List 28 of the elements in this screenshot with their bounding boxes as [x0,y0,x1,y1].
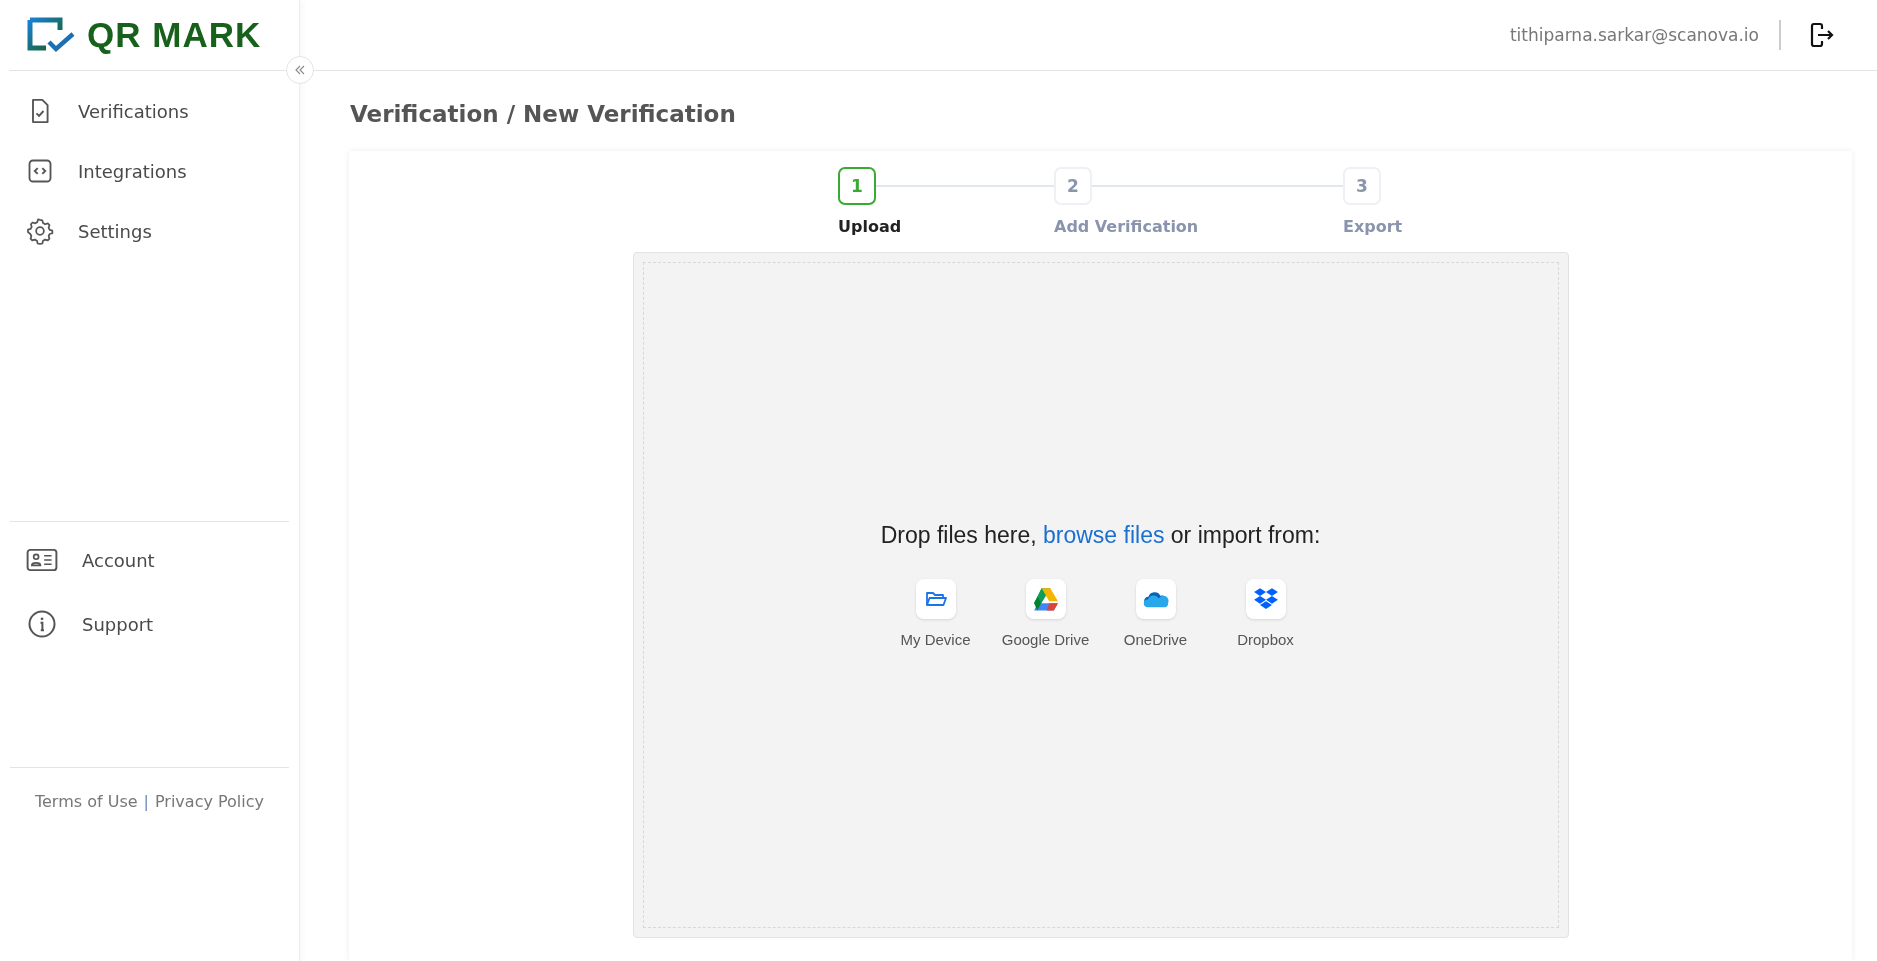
step-label: Export [1343,217,1403,236]
nav-item[interactable]: Integrations [26,143,299,199]
logo-icon [27,17,77,53]
dropzone[interactable]: Drop files here, browse files or import from: My Device Google Drive OneDrive Dropbox [632,252,1569,938]
code-icon [26,157,54,185]
settings-icon [26,217,54,245]
privacy-link[interactable]: Privacy Policy [154,792,264,811]
drop-instructions: Drop files here, browse files or import from: [880,522,1321,549]
nav-item[interactable]: Account [26,532,299,588]
double-chevron-icon [293,63,307,77]
import-source-button[interactable]: Google Drive [995,579,1096,648]
dropbox-icon [1252,587,1279,611]
import-source-button[interactable]: OneDrive [1105,579,1206,648]
nav-item[interactable]: Support [26,596,299,652]
step-label: Upload [838,217,902,236]
browse-files-link[interactable]: browse files [1043,522,1165,548]
logo-text: QR MARK [87,15,262,55]
nav-item[interactable]: Settings [26,203,299,259]
info-icon [26,609,58,639]
terms-link[interactable]: Terms of Use [34,792,138,811]
step-label: Add Verification [1054,217,1199,236]
separator-text: | [143,792,149,811]
user-email: tithiparna.sarkar@scanova.io [1509,20,1781,50]
nav-item[interactable]: Verifications [26,83,299,139]
import-source-button[interactable]: Dropbox [1215,579,1316,648]
import-source-button[interactable]: My Device [885,579,986,648]
drive-triangle-icon [1032,587,1059,611]
breadcrumb: Verification / New Verification [349,100,737,129]
